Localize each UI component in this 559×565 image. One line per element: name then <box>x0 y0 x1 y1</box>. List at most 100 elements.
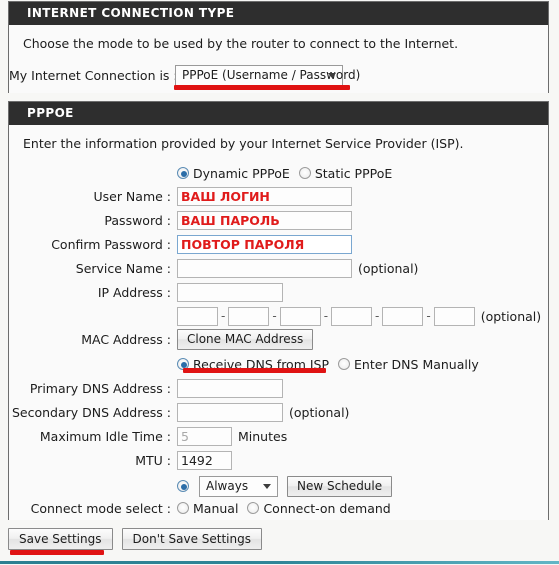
annotation-underline-connection-type <box>174 85 350 90</box>
primary-dns-input[interactable] <box>177 378 283 398</box>
max-idle-time-field: Minutes <box>177 426 287 446</box>
connection-type-label: My Internet Connection is : <box>9 67 178 83</box>
user-name-label: User Name : <box>93 188 171 204</box>
radio-connect-always[interactable] <box>177 480 193 492</box>
service-name-input[interactable] <box>177 258 352 278</box>
mac-separator: - <box>375 309 380 323</box>
mtu-label: MTU : <box>135 452 171 468</box>
pppoe-intro: Enter the information provided by your I… <box>23 136 464 151</box>
secondary-dns-row: Secondary DNS Address : (optional) <box>9 400 548 424</box>
internet-connection-type-intro: Choose the mode to be used by the router… <box>23 36 459 51</box>
connect-mode-primary-row: Always New Schedule <box>9 474 548 498</box>
primary-dns-label: Primary DNS Address : <box>29 380 171 396</box>
radio-dynamic-pppoe[interactable]: Dynamic PPPoE <box>177 166 290 181</box>
mac-address-octets-row: - - - - - (optional) <box>9 304 548 328</box>
secondary-dns-field: (optional) <box>177 402 350 422</box>
ip-address-input[interactable] <box>177 282 283 302</box>
service-name-row: Service Name : (optional) <box>9 256 548 280</box>
mac-octet-6[interactable] <box>433 306 475 326</box>
confirm-password-field <box>177 234 352 254</box>
internet-connection-type-panel: INTERNET CONNECTION TYPE Choose the mode… <box>8 1 549 93</box>
radio-dynamic-pppoe-label: Dynamic PPPoE <box>193 165 290 181</box>
mac-octet-5[interactable] <box>382 306 424 326</box>
service-name-field: (optional) <box>177 258 419 278</box>
pppoe-mode-radio-group: Dynamic PPPoE Static PPPoE <box>177 166 401 181</box>
mac-separator: - <box>272 309 277 323</box>
mac-octet-1[interactable] <box>177 306 218 326</box>
pppoe-body: Enter the information provided by your I… <box>9 125 548 520</box>
internet-connection-type-header: INTERNET CONNECTION TYPE <box>9 2 548 25</box>
ip-address-field <box>177 282 283 302</box>
connect-mode-label: Connect mode select : <box>30 500 171 516</box>
connection-type-field: PPPoE (Username / Password) <box>175 64 360 86</box>
radio-connect-manual-label: Manual <box>193 500 239 516</box>
mtu-input[interactable] <box>177 450 232 470</box>
radio-dot-icon <box>177 167 189 179</box>
primary-dns-field <box>177 378 283 398</box>
mac-octet-4[interactable] <box>331 306 373 326</box>
radio-dot-icon <box>177 480 189 492</box>
save-settings-button[interactable]: Save Settings <box>8 528 113 550</box>
radio-dot-icon <box>247 502 260 514</box>
new-schedule-button[interactable]: New Schedule <box>287 475 393 497</box>
mac-address-note: (optional) <box>480 308 542 324</box>
max-idle-time-input[interactable] <box>177 426 232 446</box>
dont-save-settings-button[interactable]: Don't Save Settings <box>121 528 262 550</box>
service-name-label: Service Name : <box>75 260 171 276</box>
ip-address-row: IP Address : <box>9 280 548 304</box>
radio-dot-icon <box>177 502 189 514</box>
mac-address-octets: - - - - - (optional) <box>177 306 542 326</box>
router-setup-page: INTERNET CONNECTION TYPE Choose the mode… <box>0 0 559 565</box>
radio-enter-dns-manually[interactable]: Enter DNS Manually <box>338 357 479 372</box>
radio-static-pppoe[interactable]: Static PPPoE <box>298 165 393 181</box>
connect-mode-always-zone: Always New Schedule <box>177 475 393 497</box>
confirm-password-row: Confirm Password : <box>9 232 548 256</box>
password-label: Password : <box>104 212 171 228</box>
mac-address-label: MAC Address : <box>81 331 171 347</box>
password-input[interactable] <box>177 210 352 230</box>
connect-mode-radio-group: Manual Connect-on demand <box>177 501 400 516</box>
radio-enter-dns-manually-label: Enter DNS Manually <box>354 356 479 372</box>
annotation-underline-save-settings <box>10 550 104 555</box>
secondary-dns-note: (optional) <box>289 404 350 420</box>
user-name-row: User Name : <box>9 184 548 208</box>
confirm-password-input[interactable] <box>177 234 352 254</box>
max-idle-time-row: Maximum Idle Time : Minutes <box>9 424 548 448</box>
chevron-down-icon <box>328 73 336 78</box>
secondary-dns-input[interactable] <box>177 402 283 422</box>
mac-separator: - <box>426 309 431 323</box>
radio-dot-icon <box>298 167 311 179</box>
radio-connect-on-demand[interactable]: Connect-on demand <box>247 500 391 516</box>
chevron-down-icon <box>263 484 271 489</box>
footer-rule <box>0 561 559 564</box>
pppoe-header: PPPOE <box>9 102 548 125</box>
radio-connect-manual[interactable]: Manual <box>177 501 238 516</box>
radio-connect-on-demand-label: Connect-on demand <box>263 500 391 516</box>
radio-static-pppoe-label: Static PPPoE <box>314 165 393 181</box>
connection-type-select[interactable]: PPPoE (Username / Password) <box>175 64 360 86</box>
mtu-field <box>177 450 232 470</box>
mac-separator: - <box>221 309 226 323</box>
clone-mac-address-button[interactable]: Clone MAC Address <box>177 328 314 350</box>
mac-separator: - <box>323 309 329 323</box>
secondary-dns-label: Secondary DNS Address : <box>11 404 171 420</box>
pppoe-panel: PPPOE Enter the information provided by … <box>8 101 549 520</box>
pppoe-mode-row: Dynamic PPPoE Static PPPoE <box>9 161 548 185</box>
max-idle-time-label: Maximum Idle Time : <box>39 428 171 444</box>
mac-octet-2[interactable] <box>228 306 270 326</box>
password-field <box>177 210 352 230</box>
password-row: Password : <box>9 208 548 232</box>
mac-octet-3[interactable] <box>279 306 321 326</box>
radio-dot-icon <box>338 358 351 370</box>
connect-mode-select-value: Always <box>206 479 249 493</box>
service-name-note: (optional) <box>358 260 419 276</box>
connect-mode-select[interactable]: Always <box>199 475 278 497</box>
ip-address-label: IP Address : <box>97 284 171 300</box>
user-name-field <box>177 186 352 206</box>
connection-type-row: My Internet Connection is : PPPoE (Usern… <box>9 63 548 87</box>
mtu-row: MTU : <box>9 448 548 472</box>
confirm-password-label: Confirm Password : <box>51 236 171 252</box>
clone-mac-field: Clone MAC Address <box>177 328 314 350</box>
mac-address-row: MAC Address : Clone MAC Address <box>9 327 548 351</box>
user-name-input[interactable] <box>177 186 352 206</box>
